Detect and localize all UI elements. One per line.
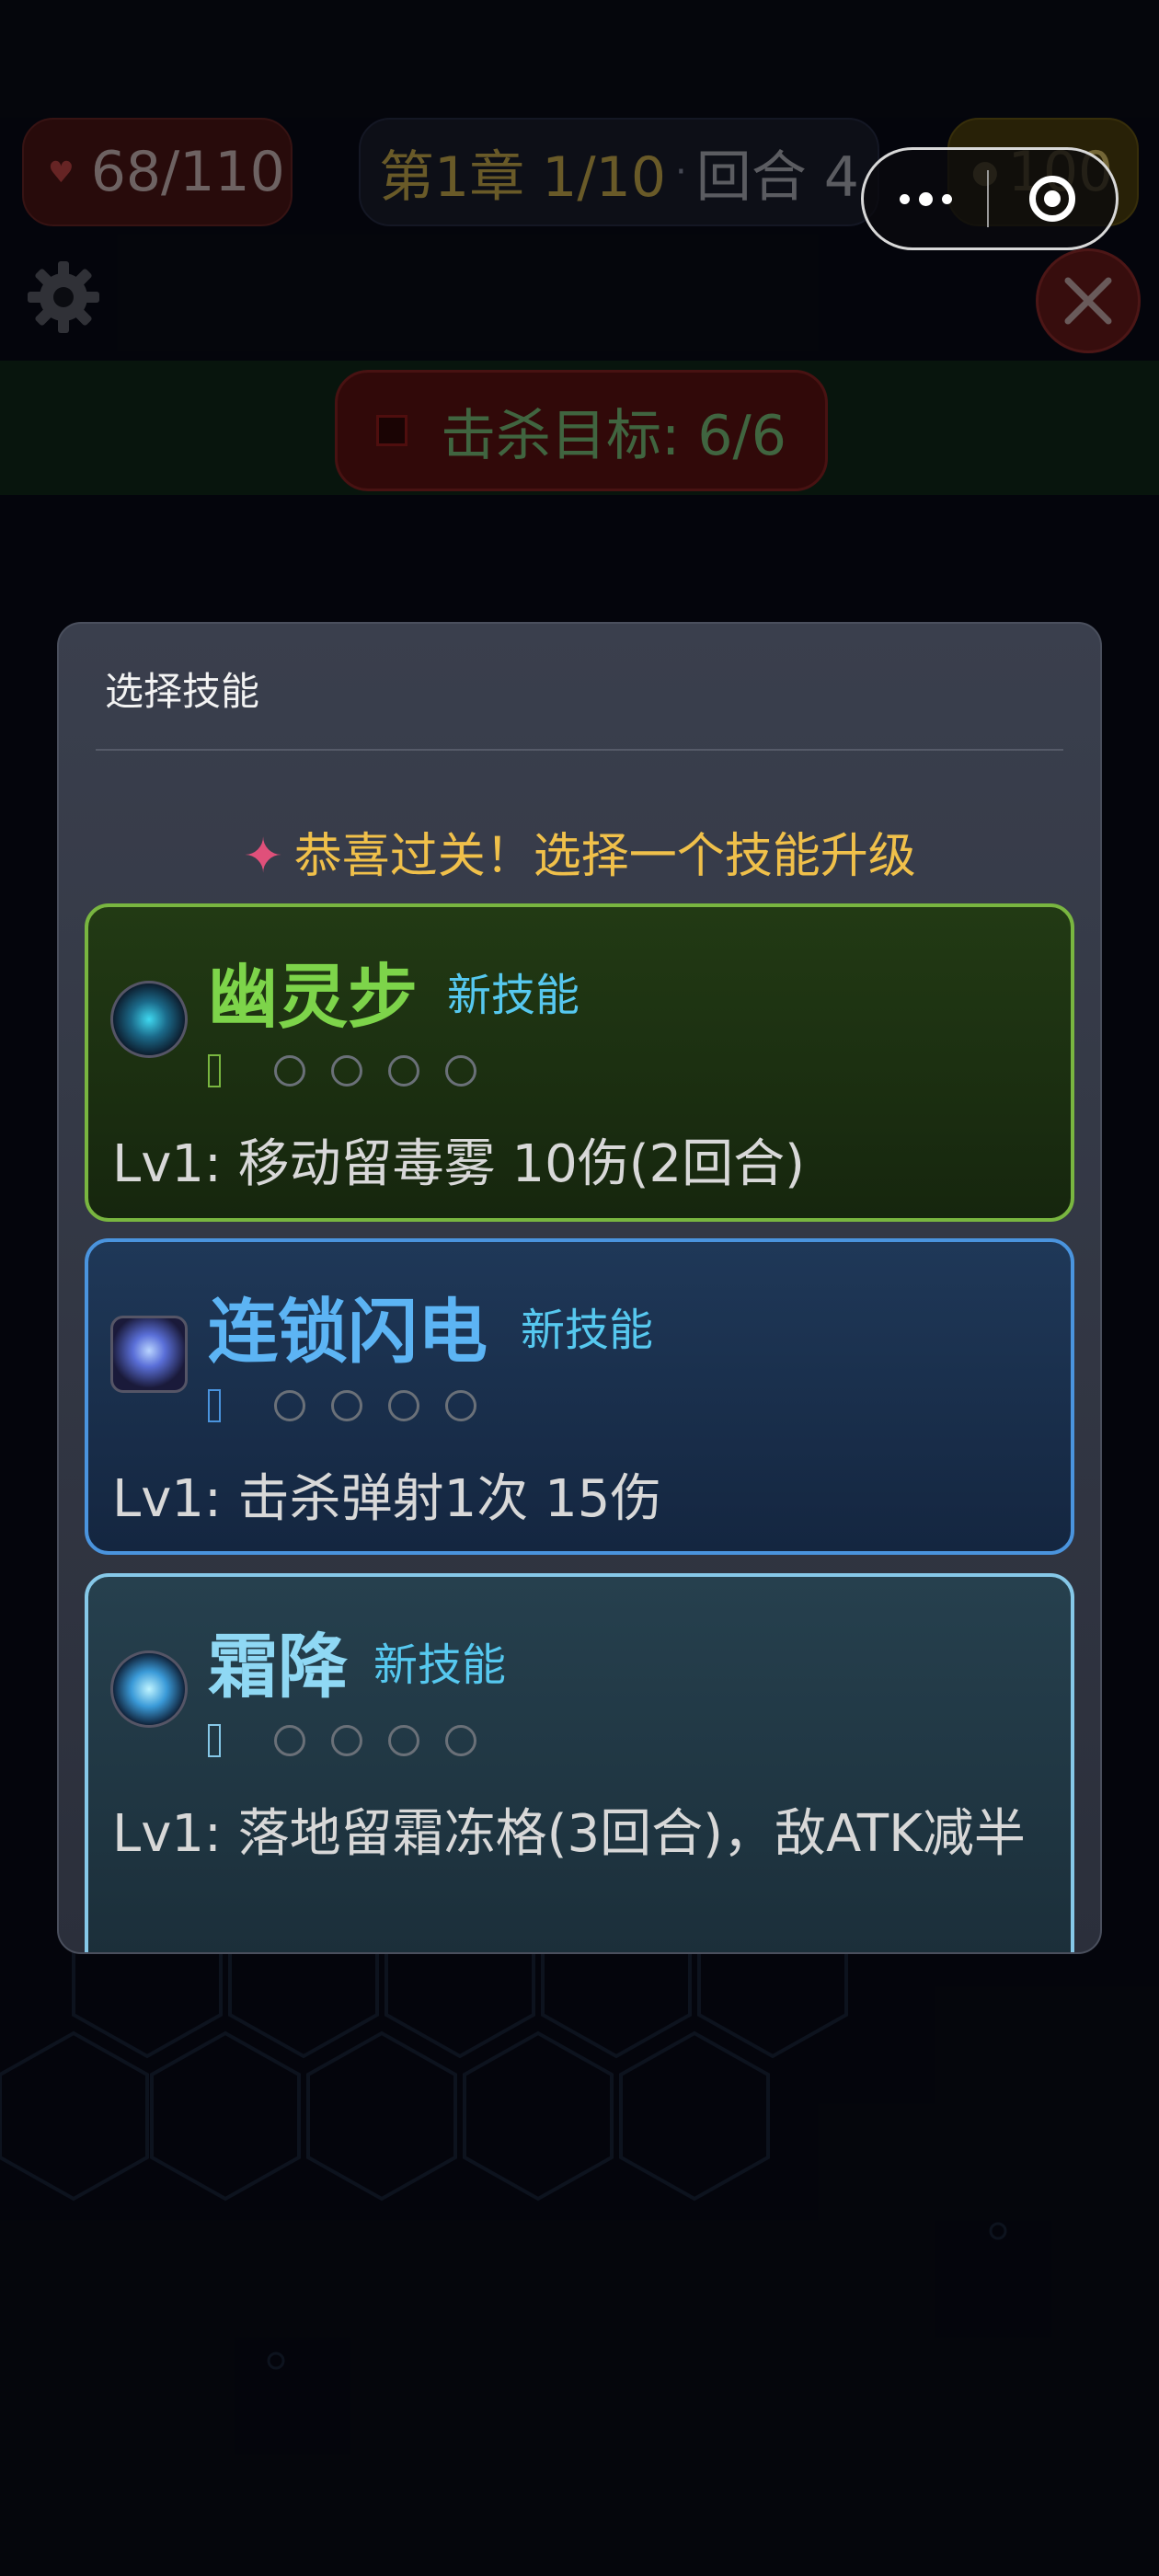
ghost-step-icon bbox=[110, 981, 188, 1058]
level-pip bbox=[274, 1055, 305, 1087]
level-marker bbox=[208, 1724, 221, 1757]
chapter-display: 第1章 1/10 · 回合 4 bbox=[359, 118, 879, 226]
settings-gear-icon[interactable] bbox=[24, 258, 103, 337]
heart-icon: ♥ bbox=[48, 155, 75, 190]
frostfall-icon bbox=[110, 1650, 188, 1728]
round-counter: 回合 4 bbox=[695, 144, 859, 210]
level-pip bbox=[274, 1390, 305, 1421]
new-skill-badge: 新技能 bbox=[521, 1305, 654, 1356]
skill-name: 霜降 bbox=[208, 1626, 348, 1708]
level-pip bbox=[388, 1725, 419, 1756]
party-popper-icon: ✦ bbox=[243, 829, 283, 884]
congrats-message: ✦ 恭喜过关！选择一个技能升级 bbox=[59, 817, 1100, 886]
skill-card-ghost-step[interactable]: 幽灵步 新技能 Lv1: 移动留毒雾 10伤(2回合) bbox=[85, 903, 1074, 1222]
kill-target-text: 击杀目标: 6/6 bbox=[441, 403, 786, 468]
chapter-progress: 第1章 1/10 bbox=[379, 144, 666, 210]
separator-dot: · bbox=[675, 151, 687, 193]
modal-title: 选择技能 bbox=[105, 669, 260, 714]
skill-description: Lv1: 击杀弹射1次 15伤 bbox=[112, 1469, 662, 1529]
level-pip bbox=[331, 1390, 362, 1421]
skull-icon bbox=[376, 415, 408, 446]
level-pips bbox=[208, 1389, 502, 1422]
skill-card-frostfall[interactable]: 霜降 新技能 Lv1: 落地留霜冻格(3回合)，敌ATK减半 bbox=[85, 1573, 1074, 1952]
level-pip bbox=[445, 1725, 476, 1756]
more-dots-icon[interactable] bbox=[864, 191, 987, 206]
level-pip bbox=[388, 1055, 419, 1087]
chain-lightning-icon bbox=[110, 1316, 188, 1393]
miniprogram-capsule bbox=[861, 147, 1119, 250]
skill-name: 连锁闪电 bbox=[208, 1291, 488, 1373]
new-skill-badge: 新技能 bbox=[447, 970, 580, 1021]
skill-name: 幽灵步 bbox=[208, 956, 418, 1038]
level-pip bbox=[331, 1055, 362, 1087]
target-circle-icon[interactable] bbox=[989, 176, 1116, 222]
level-pip bbox=[274, 1725, 305, 1756]
level-pip bbox=[445, 1055, 476, 1087]
skill-select-modal: 选择技能 ✦ 恭喜过关！选择一个技能升级 幽灵步 新技能 Lv1: 移动留毒雾 1… bbox=[57, 622, 1102, 1954]
level-pips bbox=[208, 1724, 502, 1757]
modal-divider bbox=[96, 749, 1063, 751]
skill-description: Lv1: 落地留霜冻格(3回合)，敌ATK减半 bbox=[112, 1804, 1026, 1864]
kill-target-pill: 击杀目标: 6/6 bbox=[335, 370, 828, 491]
close-icon bbox=[1064, 277, 1112, 325]
new-skill-badge: 新技能 bbox=[373, 1639, 507, 1691]
level-marker bbox=[208, 1389, 221, 1422]
congrats-text: 恭喜过关！选择一个技能升级 bbox=[293, 829, 916, 884]
skill-description: Lv1: 移动留毒雾 10伤(2回合) bbox=[112, 1134, 806, 1194]
hp-value: 68/110 bbox=[90, 140, 285, 204]
hp-display: ♥ 68/110 bbox=[22, 118, 293, 226]
level-marker bbox=[208, 1054, 221, 1087]
level-pip bbox=[331, 1725, 362, 1756]
level-pip bbox=[445, 1390, 476, 1421]
skill-card-chain-lightning[interactable]: 连锁闪电 新技能 Lv1: 击杀弹射1次 15伤 bbox=[85, 1238, 1074, 1555]
close-button[interactable] bbox=[1036, 248, 1141, 353]
level-pip bbox=[388, 1390, 419, 1421]
level-pips bbox=[208, 1054, 502, 1087]
